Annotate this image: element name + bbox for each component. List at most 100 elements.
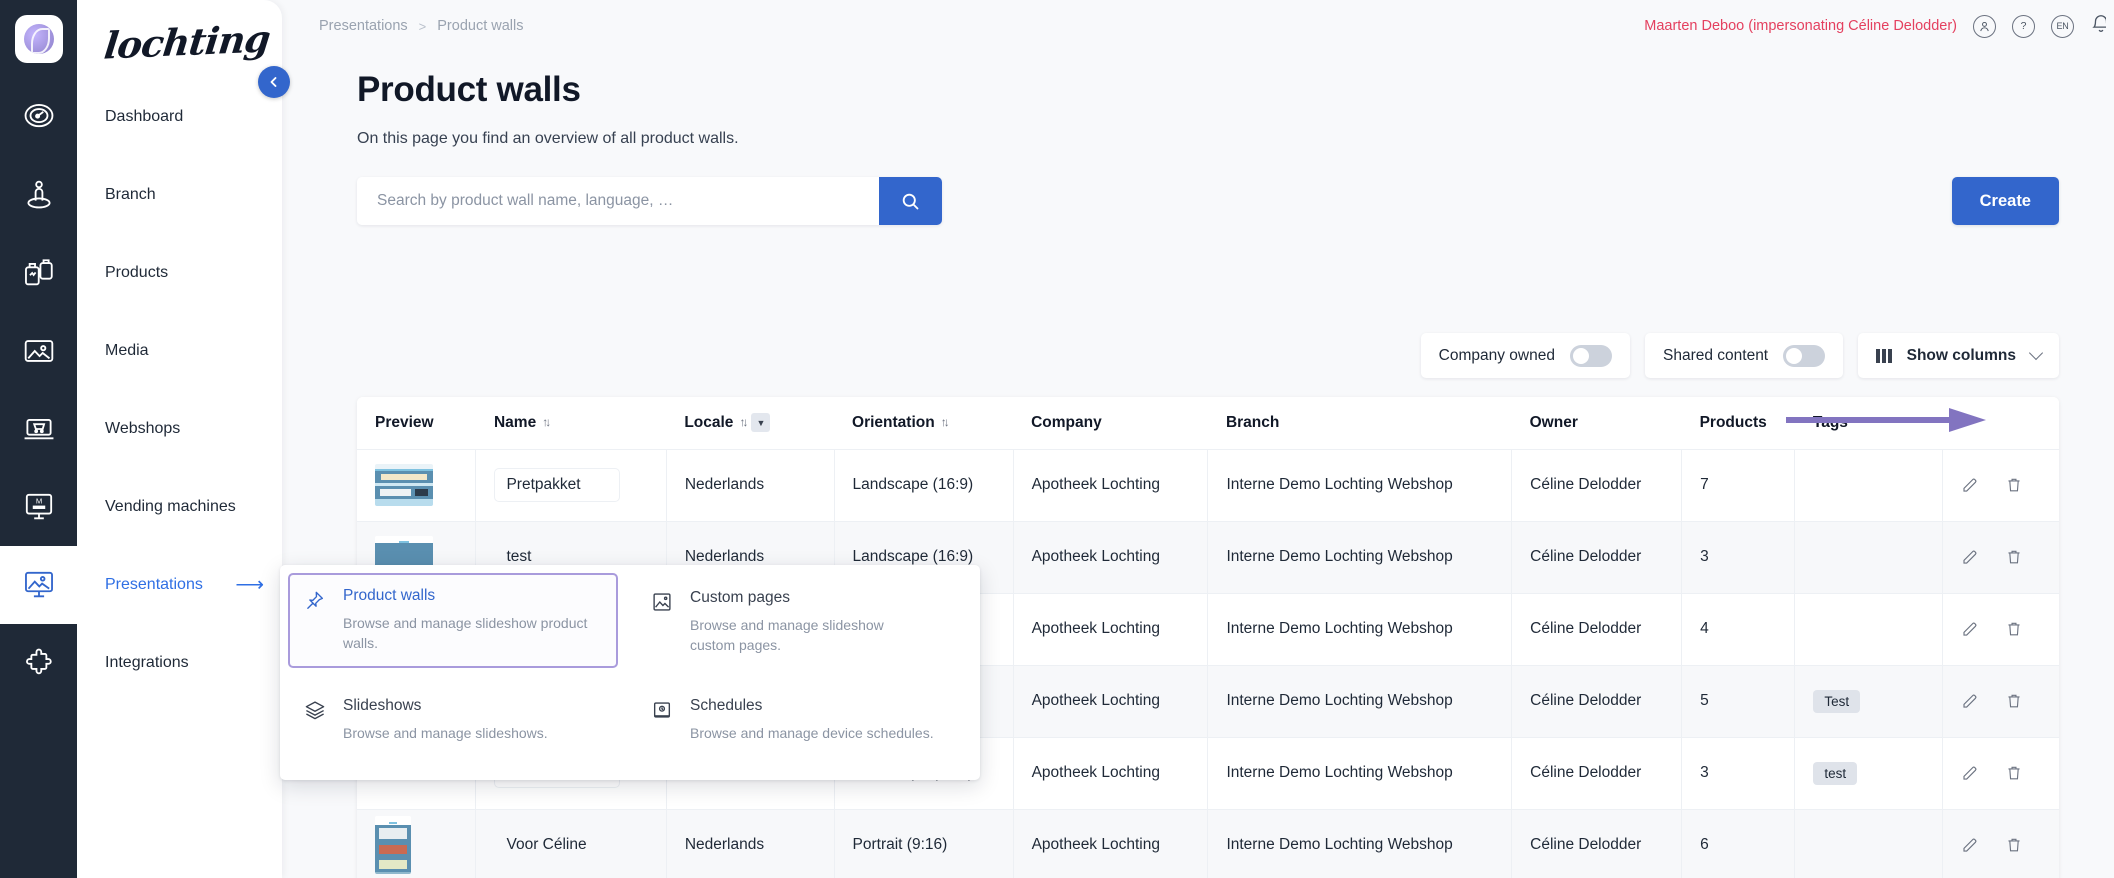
flyout-item-title: Product walls — [343, 587, 436, 604]
sort-icon[interactable]: ↑↓ — [542, 415, 551, 429]
company-owned-label: Company owned — [1438, 346, 1555, 364]
sidebar-collapse-button[interactable] — [258, 66, 290, 98]
rail-item-presentations[interactable] — [0, 546, 77, 624]
pencil-icon[interactable] — [1961, 476, 1979, 494]
sidebar-item-products[interactable]: Products — [77, 234, 282, 312]
language-circle-icon[interactable]: EN — [2051, 14, 2074, 38]
user-glyph-icon — [1980, 21, 1989, 31]
calendar-icon — [651, 699, 675, 743]
pencil-icon[interactable] — [1961, 764, 1979, 782]
flyout-item-title: Slideshows — [343, 697, 422, 714]
create-button[interactable]: Create — [1951, 177, 2059, 225]
user-circle-icon[interactable] — [1973, 14, 1996, 38]
trash-icon[interactable] — [2005, 764, 2023, 782]
notifications-bell-icon[interactable] — [2090, 13, 2106, 40]
trash-icon[interactable] — [2005, 476, 2023, 494]
sidebar-item-dashboard[interactable]: Dashboard — [77, 78, 282, 156]
rail-item-dashboard[interactable] — [0, 78, 77, 156]
rail-item-vending-machines[interactable]: M — [0, 468, 77, 546]
cell-owner: Céline Delodder — [1511, 593, 1683, 666]
pencil-icon[interactable] — [1961, 548, 1979, 566]
layers-icon — [304, 699, 328, 743]
cell-products: 3 — [1681, 737, 1796, 810]
column-label: Company — [1031, 413, 1102, 431]
sidebar-item-label: Dashboard — [105, 108, 184, 125]
shared-content-label: Shared content — [1662, 346, 1769, 364]
rail-item-media[interactable] — [0, 312, 77, 390]
cell-actions — [1942, 737, 2059, 810]
help-circle-icon[interactable]: ? — [2012, 14, 2035, 38]
product-wall-thumbnail — [375, 816, 411, 874]
flyout-item-schedules[interactable]: Schedules Browse and manage device sched… — [635, 683, 965, 757]
sidebar-item-webshops[interactable]: Webshops — [77, 390, 282, 468]
cell-branch: Interne Demo Lochting Webshop — [1207, 809, 1513, 878]
shared-content-switch[interactable] — [1783, 344, 1826, 367]
chevron-down-icon — [2028, 345, 2044, 360]
table-row[interactable]: Pretpakket Nederlands Landscape (16:9) A… — [357, 449, 2059, 522]
sidebar-item-label: Media — [105, 342, 149, 359]
cell-company: Apotheek Lochting — [1013, 809, 1209, 878]
cell-locale: Nederlands — [666, 449, 835, 522]
speedometer-icon — [24, 104, 53, 128]
tag-badge[interactable]: Test — [1813, 689, 1861, 713]
pencil-icon[interactable] — [1961, 692, 1979, 710]
cell-branch: Interne Demo Lochting Webshop — [1207, 665, 1513, 738]
sidebar-item-presentations[interactable]: Presentations ⟶ — [77, 546, 282, 624]
flyout-item-description: Browse and manage slideshow custom pages… — [690, 617, 884, 654]
breadcrumb-item-product-walls[interactable]: Product walls — [437, 18, 523, 34]
vending-monitor-icon: M — [25, 493, 52, 520]
trash-icon[interactable] — [2005, 548, 2023, 566]
sidebar-item-label: Integrations — [105, 654, 189, 671]
show-columns-dropdown[interactable]: Show columns — [1858, 333, 2059, 378]
column-header-orientation[interactable]: Orientation ↑↓ — [834, 397, 1014, 450]
cell-company: Apotheek Lochting — [1013, 665, 1209, 738]
flyout-item-product-walls[interactable]: Product walls Browse and manage slidesho… — [288, 573, 618, 668]
pencil-icon[interactable] — [1961, 836, 1979, 854]
rail-item-webshops[interactable] — [0, 390, 77, 468]
image-icon — [651, 591, 675, 656]
trash-icon[interactable] — [2005, 692, 2023, 710]
image-icon — [24, 340, 53, 362]
company-owned-toggle[interactable]: Company owned — [1420, 333, 1630, 378]
rail-item-products[interactable] — [0, 234, 77, 312]
cell-tags: test — [1794, 737, 1943, 810]
cell-products: 3 — [1681, 521, 1796, 594]
table-row[interactable]: Voor Céline Nederlands Portrait (9:16) A… — [357, 809, 2059, 878]
cell-branch: Interne Demo Lochting Webshop — [1207, 737, 1513, 810]
column-label: Preview — [375, 413, 434, 431]
flyout-item-custom-pages[interactable]: Custom pages Browse and manage slideshow… — [635, 575, 945, 670]
column-header-locale[interactable]: Locale ↑↓ ▼ — [666, 397, 835, 450]
cell-owner: Céline Delodder — [1511, 449, 1683, 522]
flyout-item-description: Browse and manage slideshows. — [343, 725, 548, 741]
search-button[interactable] — [879, 177, 942, 225]
trash-icon[interactable] — [2005, 836, 2023, 854]
breadcrumb-item-presentations[interactable]: Presentations — [319, 18, 408, 34]
company-owned-switch[interactable] — [1569, 344, 1612, 367]
tag-badge[interactable]: test — [1813, 761, 1858, 785]
trash-icon[interactable] — [2005, 620, 2023, 638]
flyout-item-text: Slideshows Browse and manage slideshows. — [343, 697, 548, 743]
cell-actions — [1942, 809, 2059, 878]
sidebar-item-branch[interactable]: Branch — [77, 156, 282, 234]
sort-icon[interactable]: ↑↓ — [941, 415, 950, 429]
column-header-name[interactable]: Name ↑↓ — [475, 397, 667, 450]
sort-icon[interactable]: ↑↓ — [739, 415, 748, 429]
table-header-row: Preview Name ↑↓ Locale ↑↓ ▼ Orientation ↑↓ C… — [357, 397, 2059, 450]
sidebar-item-vending-machines[interactable]: Vending machines — [77, 468, 282, 546]
cell-company: Apotheek Lochting — [1013, 593, 1209, 666]
search-input[interactable] — [357, 177, 879, 225]
flyout-item-slideshows[interactable]: Slideshows Browse and manage slideshows. — [288, 683, 618, 757]
sidebar-item-integrations[interactable]: Integrations — [77, 624, 282, 702]
shared-content-toggle[interactable]: Shared content — [1644, 333, 1844, 378]
flyout-item-text: Custom pages Browse and manage slideshow… — [690, 589, 929, 656]
person-pin-icon — [26, 180, 51, 209]
filter-icon[interactable]: ▼ — [751, 413, 771, 433]
rail-item-branch[interactable] — [0, 156, 77, 234]
column-label: Name — [493, 413, 537, 431]
column-header-company: Company — [1013, 397, 1208, 450]
sidebar-item-media[interactable]: Media — [77, 312, 282, 390]
topbar: Presentations > Product walls Maarten De… — [282, 0, 2114, 52]
pencil-icon[interactable] — [1961, 620, 1979, 638]
rail-logo[interactable] — [0, 0, 77, 78]
rail-item-integrations[interactable] — [0, 624, 77, 702]
